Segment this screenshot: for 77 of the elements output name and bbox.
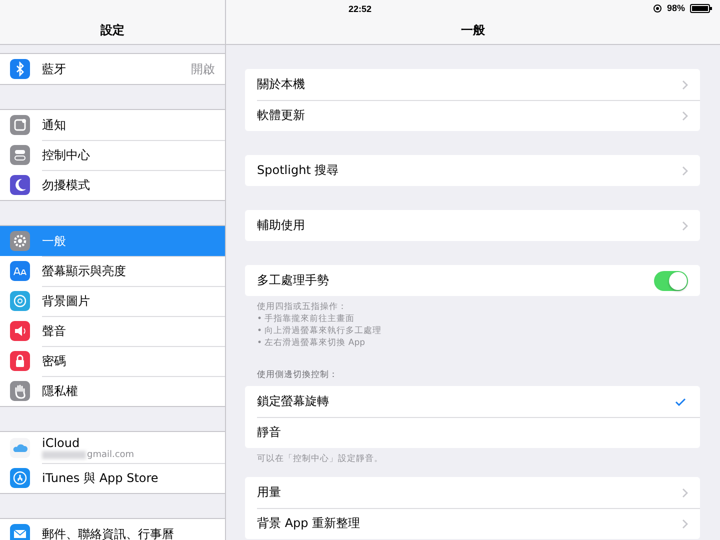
- row-label: 聲音: [42, 322, 66, 340]
- sidebar-title: 設定: [100, 22, 124, 39]
- hand-icon: [10, 381, 30, 401]
- settings-row[interactable]: 鎖定螢幕旋轉: [245, 386, 700, 417]
- account-email: gmail.com: [87, 450, 134, 460]
- settings-row[interactable]: 背景 App 重新整理: [245, 508, 700, 539]
- toggle-switch[interactable]: [654, 270, 688, 290]
- settings-row[interactable]: 輔助使用: [245, 210, 700, 241]
- sidebar-item[interactable]: 聲音: [0, 316, 225, 346]
- chevron-icon: [682, 110, 688, 120]
- row-label: 控制中心: [42, 146, 90, 164]
- chevron-icon: [682, 220, 688, 230]
- footnote-line: 可以在「控制中心」設定靜音。: [257, 453, 384, 465]
- row-label: 藍牙: [42, 60, 66, 78]
- rotation-lock-icon: [652, 4, 662, 12]
- page-title: 一般: [461, 22, 485, 39]
- settings-row[interactable]: 靜音: [245, 417, 700, 448]
- section-header: 使用側邊切換控制：: [256, 369, 339, 382]
- speaker-icon: [10, 321, 30, 341]
- footnote-line: • 手指靠攏來前往主畫面: [257, 313, 356, 325]
- bluetooth-icon: [10, 59, 30, 79]
- app-store-icon: [10, 468, 30, 488]
- row-label: 鎖定螢幕旋轉: [257, 393, 329, 410]
- footnote-line: • 左右滑過螢幕來切換 App: [257, 337, 366, 349]
- notification-icon: [10, 115, 30, 135]
- settings-icon: [10, 231, 30, 251]
- chevron-icon: [682, 80, 688, 90]
- row-label: 郵件、聯絡資訊、行事曆: [42, 526, 174, 540]
- flower-icon: [10, 291, 30, 311]
- moon-icon: [10, 175, 30, 195]
- battery-icon: [690, 4, 712, 12]
- settings-row[interactable]: Spotlight 搜尋: [245, 155, 700, 186]
- footnote-line: 使用四指或五指操作：: [257, 301, 348, 313]
- row-label: 背景 App 重新整理: [257, 515, 360, 532]
- row-label: 用量: [257, 484, 281, 501]
- sidebar-item[interactable]: 郵件、聯絡資訊、行事曆: [0, 519, 225, 540]
- row-label: 勿擾模式: [42, 176, 90, 194]
- sidebar-item[interactable]: 隱私權: [0, 376, 225, 406]
- row-label: 靜音: [257, 424, 281, 441]
- settings-row[interactable]: 多工處理手勢: [245, 265, 700, 296]
- sidebar-item[interactable]: 螢幕顯示與亮度: [0, 256, 225, 286]
- switches-icon: [10, 145, 30, 165]
- sidebar-item[interactable]: 控制中心: [0, 140, 225, 170]
- row-label: 一般: [42, 232, 66, 250]
- chevron-icon: [682, 166, 688, 176]
- row-label: 螢幕顯示與亮度: [42, 262, 126, 280]
- row-label: 背景圖片: [42, 292, 90, 310]
- sidebar-item[interactable]: 密碼: [0, 346, 225, 376]
- sidebar-item[interactable]: 勿擾模式: [0, 170, 225, 200]
- row-label: iCloud: [42, 436, 81, 450]
- row-label: 關於本機: [257, 76, 305, 93]
- row-label: 輔助使用: [257, 217, 305, 234]
- lock-icon: [10, 351, 30, 371]
- letters-icon: [10, 261, 30, 281]
- battery-percent: 98%: [666, 3, 685, 13]
- row-label: 隱私權: [42, 382, 78, 400]
- settings-row[interactable]: 關於本機: [245, 69, 700, 100]
- row-value: 開啟: [191, 60, 215, 78]
- sidebar-item[interactable]: 通知: [0, 110, 225, 140]
- row-label: Spotlight 搜尋: [257, 162, 339, 179]
- row-label: 軟體更新: [257, 107, 305, 124]
- row-label: 多工處理手勢: [257, 272, 329, 289]
- settings-row[interactable]: 用量: [245, 477, 700, 508]
- sidebar-item[interactable]: 藍牙 開啟: [0, 54, 225, 84]
- chevron-icon: [682, 518, 688, 528]
- blurred-text: [42, 450, 86, 458]
- chevron-icon: [682, 488, 688, 498]
- cloud-icon: [10, 438, 30, 458]
- sidebar-item[interactable]: iTunes 與 App Store: [0, 463, 225, 493]
- row-label: 密碼: [42, 352, 66, 370]
- row-label: 通知: [42, 116, 66, 134]
- sidebar-item[interactable]: iCloud gmail.com: [0, 432, 225, 463]
- sidebar-item[interactable]: 背景圖片: [0, 286, 225, 316]
- clock-time: 22:52: [348, 4, 372, 14]
- row-label: iTunes 與 App Store: [42, 470, 158, 486]
- settings-row[interactable]: 軟體更新: [245, 100, 700, 131]
- footnote-line: • 向上滑過螢幕來執行多工處理: [257, 325, 383, 337]
